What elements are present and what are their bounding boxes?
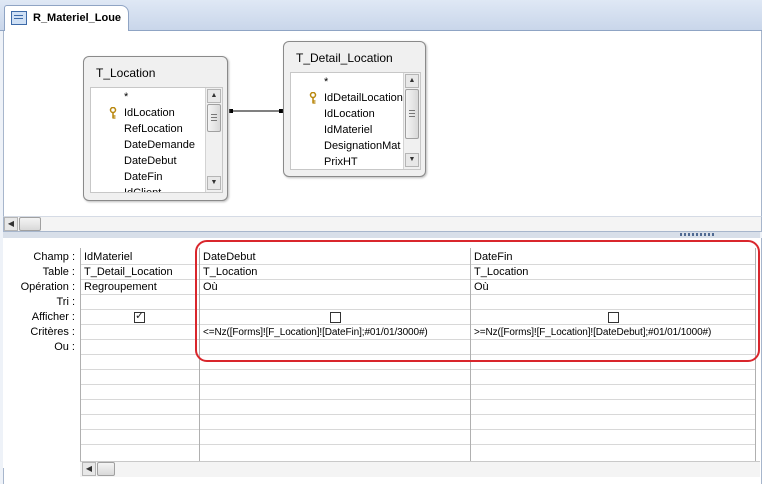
row-label-criteres: Critères :: [30, 326, 75, 338]
ou-cell[interactable]: [200, 340, 470, 355]
table-box-t-location[interactable]: T_Location * IdLocation RefLocation Date…: [83, 56, 228, 201]
empty-cell[interactable]: [200, 400, 470, 415]
afficher-cell[interactable]: [200, 310, 470, 325]
scroll-up-icon[interactable]: ▲: [207, 89, 221, 103]
query-tab[interactable]: R_Materiel_Loue: [4, 5, 129, 31]
row-label-champ: Champ :: [33, 251, 75, 263]
empty-cell[interactable]: [471, 400, 755, 415]
scroll-thumb[interactable]: [405, 89, 419, 139]
operation-cell[interactable]: Où: [200, 280, 470, 295]
scroll-thumb[interactable]: [97, 462, 115, 476]
scroll-down-icon[interactable]: ▼: [405, 153, 419, 167]
field-list: * IdDetailLocation IdLocation IdMateriel…: [290, 72, 421, 170]
diagram-horizontal-scrollbar[interactable]: ◀: [3, 216, 762, 232]
ou-cell[interactable]: [81, 340, 199, 355]
scroll-thumb[interactable]: [19, 217, 41, 231]
operation-cell[interactable]: Où: [471, 280, 755, 295]
empty-cell[interactable]: [81, 400, 199, 415]
criteres-cell[interactable]: <=Nz([Forms]![F_Location]![DateFin];#01/…: [200, 325, 470, 340]
table-title: T_Detail_Location: [296, 51, 393, 65]
champ-cell[interactable]: DateDebut: [200, 250, 470, 265]
row-label-afficher: Afficher :: [31, 311, 75, 323]
empty-cell[interactable]: [81, 430, 199, 445]
afficher-checkbox[interactable]: [330, 312, 341, 323]
tri-cell[interactable]: [471, 295, 755, 310]
empty-cell[interactable]: [200, 355, 470, 370]
afficher-checkbox[interactable]: [134, 310, 145, 323]
row-label-operation: Opération :: [20, 281, 75, 293]
afficher-cell[interactable]: [81, 310, 199, 325]
table-cell[interactable]: T_Location: [200, 265, 470, 280]
scroll-up-icon[interactable]: ▲: [405, 74, 419, 88]
empty-cell[interactable]: [471, 370, 755, 385]
champ-cell[interactable]: IdMateriel: [81, 250, 199, 265]
scroll-down-icon[interactable]: ▼: [207, 176, 221, 190]
empty-cell[interactable]: [471, 385, 755, 400]
empty-cell[interactable]: [200, 370, 470, 385]
champ-cell[interactable]: DateFin: [471, 250, 755, 265]
empty-cell[interactable]: [471, 430, 755, 445]
primary-key-icon: [109, 107, 117, 119]
criteres-cell[interactable]: [81, 325, 199, 340]
field-list-scrollbar[interactable]: ▲ ▼: [205, 88, 222, 192]
grid-horizontal-scrollbar[interactable]: ◀: [80, 461, 760, 477]
empty-cell[interactable]: [81, 370, 199, 385]
splitter-grip-icon[interactable]: [680, 233, 716, 236]
empty-cell[interactable]: [81, 385, 199, 400]
empty-cell[interactable]: [200, 415, 470, 430]
empty-cell[interactable]: [471, 415, 755, 430]
row-label-ou: Ou :: [54, 341, 75, 353]
grid-column: DateDebut T_Location Où <=Nz([Forms]![F_…: [200, 248, 471, 461]
grid-column: IdMateriel T_Detail_Location Regroupemen…: [81, 248, 200, 461]
ou-cell[interactable]: [471, 340, 755, 355]
operation-cell[interactable]: Regroupement: [81, 280, 199, 295]
scroll-thumb[interactable]: [207, 104, 221, 132]
empty-cell[interactable]: [81, 355, 199, 370]
afficher-checkbox[interactable]: [608, 312, 619, 323]
empty-cell[interactable]: [81, 415, 199, 430]
table-cell[interactable]: T_Location: [471, 265, 755, 280]
tri-cell[interactable]: [200, 295, 470, 310]
tri-cell[interactable]: [81, 295, 199, 310]
table-title: T_Location: [96, 66, 156, 80]
table-box-t-detail-location[interactable]: T_Detail_Location * IdDetailLocation IdL…: [283, 41, 426, 177]
grid-row-labels: Champ : Table : Opération : Tri : Affich…: [3, 238, 80, 468]
empty-cell[interactable]: [200, 430, 470, 445]
grid-column: DateFin T_Location Où >=Nz([Forms]![F_Lo…: [471, 248, 756, 461]
query-icon: [11, 11, 27, 25]
table-diagram-pane: T_Location * IdLocation RefLocation Date…: [3, 31, 762, 216]
afficher-cell[interactable]: [471, 310, 755, 325]
row-label-tri: Tri :: [56, 296, 75, 308]
empty-cell[interactable]: [471, 355, 755, 370]
query-tab-label: R_Materiel_Loue: [33, 12, 122, 24]
scroll-left-icon[interactable]: ◀: [4, 217, 18, 231]
field-list-scrollbar[interactable]: ▲ ▼: [403, 73, 420, 169]
scroll-left-icon[interactable]: ◀: [82, 462, 96, 476]
field-list: * IdLocation RefLocation DateDemande Dat…: [90, 87, 223, 193]
query-design-grid: IdMateriel T_Detail_Location Regroupemen…: [80, 248, 761, 461]
criteres-cell[interactable]: >=Nz([Forms]![F_Location]![DateDebut];#0…: [471, 325, 755, 340]
row-label-table: Table :: [42, 266, 75, 278]
empty-cell[interactable]: [200, 385, 470, 400]
table-cell[interactable]: T_Detail_Location: [81, 265, 199, 280]
primary-key-icon: [309, 92, 317, 104]
